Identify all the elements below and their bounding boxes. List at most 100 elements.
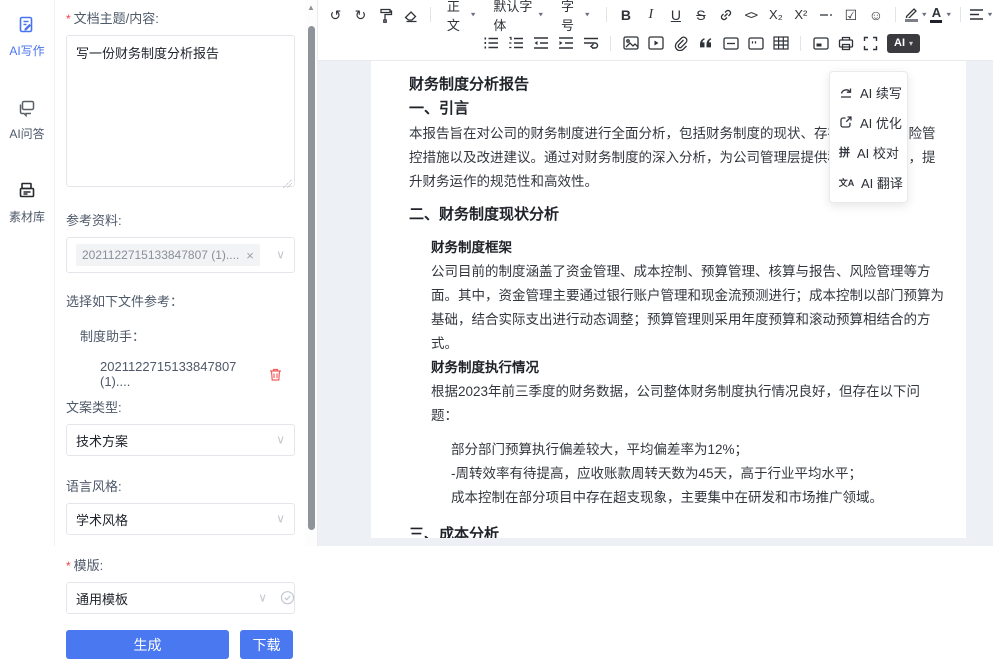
circle-check-icon xyxy=(280,590,295,605)
highlight-color-dropdown[interactable]: ▾ xyxy=(903,3,928,26)
italic-icon[interactable]: I xyxy=(638,3,663,26)
caret-down-icon: ▾ xyxy=(471,10,476,19)
attachment-icon[interactable] xyxy=(668,32,693,55)
template-select[interactable]: 通用模板 ∨ xyxy=(66,582,295,614)
ai-dropdown-button[interactable]: AI ▾ xyxy=(887,34,920,53)
ai-optimize-icon xyxy=(839,115,853,129)
horizontal-rule-icon[interactable] xyxy=(813,3,838,26)
reference-file-tag: 2021122715133847807 (1).... × xyxy=(76,244,260,266)
table-icon[interactable] xyxy=(768,32,793,55)
bullet-list-icon[interactable] xyxy=(478,32,503,55)
caret-down-icon: ▾ xyxy=(585,10,590,19)
font-size-dropdown[interactable]: 字号▾ xyxy=(552,3,599,26)
print-icon[interactable] xyxy=(833,32,858,55)
strikethrough-icon[interactable]: S xyxy=(688,3,713,26)
doc-type-label: 文案类型: xyxy=(66,397,295,416)
doc-heading-s2: 二、财务制度现状分析 xyxy=(409,204,946,226)
editor-toolbar: ↺ ↻ 正文▾ 默认字体▾ 字号▾ B xyxy=(318,0,993,61)
ai-continue-icon xyxy=(839,85,853,99)
fullscreen-icon[interactable] xyxy=(858,32,883,55)
line-break-icon[interactable] xyxy=(578,32,603,55)
sidebar-item-ai-qa[interactable]: AI问答 xyxy=(0,83,54,142)
divider-icon[interactable] xyxy=(718,32,743,55)
ai-qa-icon xyxy=(16,97,38,119)
sidebar-item-material-library[interactable]: 素材库 xyxy=(0,166,54,225)
sidebar-item-label: AI问答 xyxy=(0,125,54,142)
code-icon[interactable]: <> xyxy=(738,3,763,26)
align-dropdown[interactable]: ▾ xyxy=(968,3,993,26)
undo-icon[interactable]: ↺ xyxy=(323,3,348,26)
image-icon[interactable] xyxy=(618,32,643,55)
template-value: 通用模板 xyxy=(76,589,128,608)
video-icon[interactable] xyxy=(643,32,668,55)
chevron-down-icon: ∨ xyxy=(276,248,285,262)
todo-checkbox-icon[interactable]: ☑ xyxy=(838,3,863,26)
trash-icon[interactable] xyxy=(268,367,283,382)
assistant-file-name: 2021122715133847807 (1).... xyxy=(100,359,268,389)
outdent-icon[interactable] xyxy=(528,32,553,55)
indent-icon[interactable] xyxy=(553,32,578,55)
chevron-down-icon: ∨ xyxy=(258,591,267,605)
style-label: 语言风格: xyxy=(66,476,295,495)
assistant-label: 制度助手： xyxy=(80,326,295,345)
ai-writing-icon xyxy=(16,14,38,36)
doc-type-select[interactable]: 技术方案 ∨ xyxy=(66,424,295,456)
redo-icon[interactable]: ↻ xyxy=(348,3,373,26)
bold-icon[interactable]: B xyxy=(613,3,638,26)
sidebar-item-label: 素材库 xyxy=(0,208,54,225)
subscript-icon[interactable]: X₂ xyxy=(763,3,788,26)
scrollbar-thumb[interactable] xyxy=(308,26,315,530)
doc-list-item: -周转效率有待提高，应收账款周转天数为45天，高于行业平均水平； xyxy=(451,462,946,486)
ordered-list-icon[interactable] xyxy=(503,32,528,55)
paragraph-style-dropdown[interactable]: 正文▾ xyxy=(438,3,485,26)
menu-item-ai-proofread[interactable]: 拼 AI 校对 xyxy=(830,137,907,167)
window-icon[interactable] xyxy=(808,32,833,55)
emoji-icon[interactable]: ☺ xyxy=(863,3,888,26)
font-color-icon: A xyxy=(930,6,942,23)
topic-textarea[interactable]: 写一份财务制度分析报告 xyxy=(66,35,295,187)
close-icon[interactable]: × xyxy=(246,249,254,262)
menu-item-ai-translate[interactable]: 文A AI 翻译 xyxy=(830,167,907,197)
eraser-icon[interactable] xyxy=(398,3,423,26)
ai-translate-icon: 文A xyxy=(839,176,854,189)
caret-down-icon: ▾ xyxy=(909,39,913,48)
writing-form-panel: *文档主题/内容: 写一份财务制度分析报告 参考资料: 202112271513… xyxy=(56,0,305,546)
font-family-dropdown[interactable]: 默认字体▾ xyxy=(484,3,552,26)
download-button[interactable]: 下载 xyxy=(240,630,293,659)
scroll-up-icon[interactable]: ▲ xyxy=(307,3,315,12)
style-select[interactable]: 学术风格 ∨ xyxy=(66,503,295,535)
doc-subheading: 财务制度框架 xyxy=(431,236,946,260)
ai-dropdown-menu: AI 续写 AI 优化 拼 AI 校对 文A AI 翻译 xyxy=(829,71,908,203)
left-nav-rail: AI写作 AI问答 素材库 xyxy=(0,0,55,546)
sidebar-item-label: AI写作 xyxy=(0,42,54,59)
menu-item-ai-continue[interactable]: AI 续写 xyxy=(830,77,907,107)
reference-select[interactable]: 2021122715133847807 (1).... × ∨ xyxy=(66,237,295,273)
required-marker: * xyxy=(66,12,71,26)
link-icon[interactable] xyxy=(713,3,738,26)
material-library-icon xyxy=(16,180,38,202)
reference-label: 参考资料: xyxy=(66,210,295,229)
underline-icon[interactable]: U xyxy=(663,3,688,26)
generate-button[interactable]: 生成 xyxy=(66,630,229,659)
caret-down-icon: ▾ xyxy=(946,10,951,19)
font-color-dropdown[interactable]: A ▾ xyxy=(928,3,953,26)
quote-icon[interactable] xyxy=(693,32,718,55)
doc-list-item: 成本控制在部分项目中存在超支现象，主要集中在研发和市场推广领域。 xyxy=(451,486,946,510)
template-label: *模版: xyxy=(66,555,295,574)
format-painter-icon[interactable] xyxy=(373,3,398,26)
superscript-icon[interactable]: X² xyxy=(788,3,813,26)
editor-area: ↺ ↻ 正文▾ 默认字体▾ 字号▾ B xyxy=(317,0,993,546)
doc-paragraph: 公司目前的制度涵盖了资金管理、成本控制、预算管理、核算与报告、风险管理等方面。其… xyxy=(431,260,946,356)
assistant-file-row: 2021122715133847807 (1).... xyxy=(100,359,295,389)
doc-heading-s3: 三、成本分析 xyxy=(409,524,946,538)
topic-label: *文档主题/内容: xyxy=(66,8,295,27)
doc-type-value: 技术方案 xyxy=(76,431,128,450)
doc-subheading: 财务制度执行情况 xyxy=(431,356,946,380)
menu-item-ai-optimize[interactable]: AI 优化 xyxy=(830,107,907,137)
chevron-down-icon: ∨ xyxy=(276,433,285,447)
sidebar-item-ai-writing[interactable]: AI写作 xyxy=(0,0,54,59)
code-block-icon[interactable] xyxy=(743,32,768,55)
highlight-pen-icon xyxy=(905,7,918,22)
chevron-down-icon: ∨ xyxy=(276,512,285,526)
file-section-label: 选择如下文件参考： xyxy=(66,291,295,310)
